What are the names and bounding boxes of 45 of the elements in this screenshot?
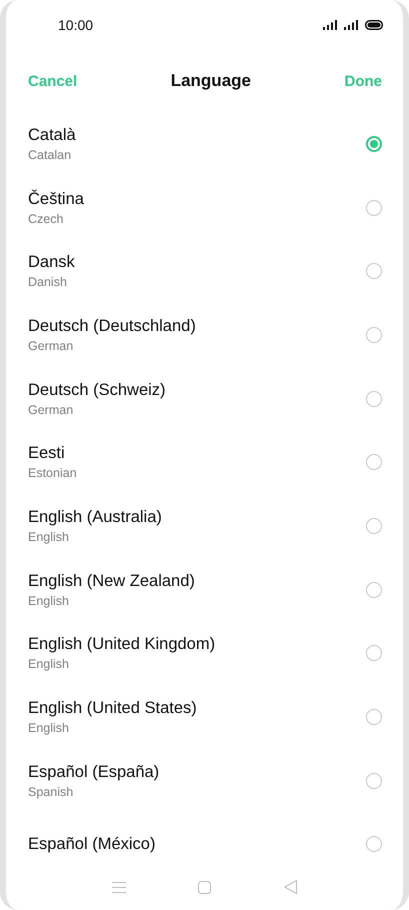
- radio-button[interactable]: [366, 836, 382, 852]
- language-name: English (United States): [28, 699, 197, 718]
- radio-button[interactable]: [366, 326, 382, 343]
- radio-button[interactable]: [366, 645, 382, 662]
- language-name: Čeština: [28, 190, 84, 209]
- signal-icon: [344, 20, 359, 30]
- back-icon[interactable]: [284, 880, 297, 894]
- radio-button[interactable]: [366, 200, 382, 216]
- done-button[interactable]: Done: [344, 72, 382, 90]
- language-name: Català: [28, 126, 76, 145]
- home-icon[interactable]: [198, 880, 212, 894]
- status-time: 10:00: [58, 17, 94, 33]
- radio-button[interactable]: [366, 772, 382, 789]
- language-name: English (United Kingdom): [28, 635, 216, 654]
- language-subtitle: English: [28, 721, 70, 736]
- radio-button[interactable]: [366, 390, 382, 407]
- radio-button[interactable]: [366, 518, 382, 534]
- language-subtitle: German: [28, 402, 74, 417]
- signal-icon: [323, 20, 338, 30]
- language-subtitle: English: [28, 657, 70, 672]
- language-name: Deutsch (Schweiz): [28, 380, 166, 400]
- battery-icon: [365, 20, 383, 30]
- language-subtitle: German: [28, 338, 74, 353]
- radio-button[interactable]: [366, 263, 382, 280]
- language-name: English (Australia): [28, 508, 162, 527]
- menu-icon[interactable]: [112, 882, 126, 892]
- language-name: Eesti: [28, 444, 66, 464]
- screen-title: Language: [170, 71, 251, 91]
- language-name: Dansk: [28, 253, 75, 272]
- language-subtitle: Danish: [28, 275, 68, 290]
- language-name: Deutsch (Deutschland): [28, 316, 196, 336]
- language-subtitle: Czech: [28, 212, 64, 226]
- language-subtitle: Spanish: [28, 784, 74, 799]
- language-subtitle: Catalan: [28, 148, 72, 162]
- language-subtitle: English: [28, 530, 70, 544]
- language-subtitle: English: [28, 594, 70, 608]
- language-subtitle: Estonian: [28, 466, 77, 480]
- radio-button[interactable]: [366, 582, 382, 598]
- radio-button[interactable]: [366, 709, 382, 726]
- cancel-button[interactable]: Cancel: [28, 72, 78, 90]
- radio-button[interactable]: [366, 136, 382, 152]
- language-name: Español (México): [28, 834, 156, 854]
- language-name: English (New Zealand): [28, 572, 195, 591]
- language-name: Español (España): [28, 762, 160, 782]
- radio-button[interactable]: [366, 454, 382, 470]
